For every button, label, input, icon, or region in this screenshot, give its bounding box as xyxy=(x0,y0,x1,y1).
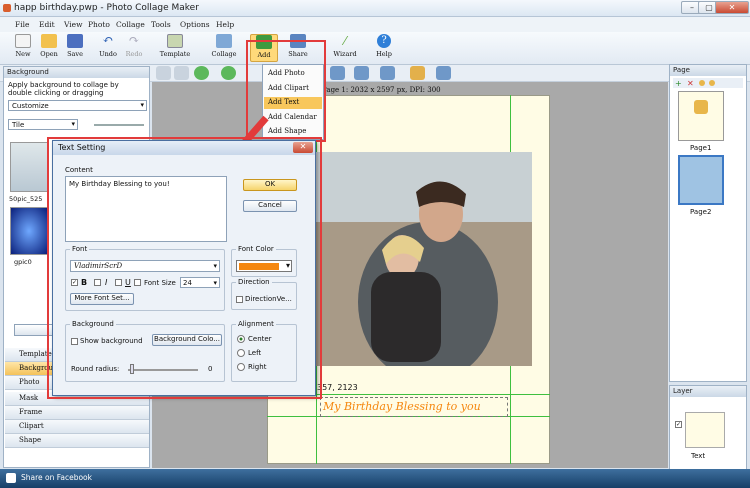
help-button[interactable]: ? Help xyxy=(372,34,396,58)
arrange-icon[interactable] xyxy=(380,66,395,80)
layer-label: Text xyxy=(691,452,706,460)
template-label: Template xyxy=(159,50,191,58)
window-title: happ birthday.pwp - Photo Collage Maker xyxy=(14,3,199,13)
save-icon xyxy=(67,34,83,48)
page2-thumbnail[interactable] xyxy=(678,155,724,205)
menu-edit[interactable]: Edit xyxy=(39,20,55,29)
background-type-value: Customize xyxy=(12,102,49,110)
tab-frame[interactable]: Frame xyxy=(5,406,149,420)
thumbnail-2-label: gpic0 xyxy=(14,258,32,266)
menu-file[interactable]: File xyxy=(15,20,29,29)
page-panel-toolbar: + ✕ xyxy=(673,78,743,88)
layer-visible-checkbox[interactable]: ✓ xyxy=(675,421,682,428)
undo-label: Undo xyxy=(99,50,117,58)
distribute-icon[interactable] xyxy=(354,66,369,80)
page2-label: Page2 xyxy=(690,208,712,216)
text-object-selection[interactable]: My Birthday Blessing to you xyxy=(320,397,508,417)
panel-hint: Apply background to collage by double cl… xyxy=(8,81,119,97)
menu-collage[interactable]: Collage xyxy=(116,20,145,29)
birthday-text: My Birthday Blessing to you xyxy=(323,400,481,413)
help-label: Help xyxy=(376,50,392,58)
collage-label: Collage xyxy=(211,50,237,58)
title-bar: happ birthday.pwp - Photo Collage Maker … xyxy=(0,0,750,17)
help-icon: ? xyxy=(377,34,391,48)
couple-photo-image xyxy=(316,152,532,366)
add-page-icon[interactable]: + xyxy=(675,79,682,88)
panel-header: Background xyxy=(4,67,149,78)
cake-icon xyxy=(694,100,708,114)
menu-photo[interactable]: Photo xyxy=(88,20,110,29)
tab-shape-label: Shape xyxy=(19,436,42,444)
move-up-icon[interactable] xyxy=(194,66,209,80)
couple-photo[interactable] xyxy=(316,152,532,366)
template-button[interactable]: Template xyxy=(155,34,195,58)
wizard-label: Wizard xyxy=(333,50,357,58)
wand-icon: ⁄ xyxy=(343,34,346,48)
person-icon[interactable] xyxy=(156,66,171,80)
layer-panel-header: Layer xyxy=(670,386,746,397)
align-icon[interactable] xyxy=(330,66,345,80)
close-button[interactable]: ✕ xyxy=(715,1,749,14)
canvas-info: Page 1: 2032 x 2597 px, DPI: 300 xyxy=(322,86,441,94)
status-bar: Share on Facebook xyxy=(0,469,750,488)
thumbnail-1-label: 50pic_525 xyxy=(9,195,43,203)
template-icon xyxy=(167,34,183,48)
properties-icon[interactable] xyxy=(436,66,451,80)
redo-label: Redo xyxy=(125,50,143,58)
menu-options[interactable]: Options xyxy=(180,20,210,29)
collage-icon xyxy=(216,34,232,48)
move-down-icon[interactable] xyxy=(221,66,236,80)
undo-button[interactable]: ↶ Undo xyxy=(96,33,120,59)
app-icon xyxy=(3,4,11,12)
tab-frame-label: Frame xyxy=(19,408,43,416)
tab-clipart-label: Clipart xyxy=(19,422,44,430)
collage-button[interactable]: Collage xyxy=(205,34,243,58)
menu-tools[interactable]: Tools xyxy=(151,20,171,29)
background-thumbnail-2[interactable] xyxy=(10,207,48,255)
tab-mask-label: Mask xyxy=(19,394,39,402)
highlight-dialog xyxy=(47,137,322,399)
open-button[interactable]: Open xyxy=(38,34,60,58)
folder-icon xyxy=(41,34,57,48)
menu-help[interactable]: Help xyxy=(216,20,234,29)
resize-icon[interactable] xyxy=(410,66,425,80)
background-type-select[interactable]: Customize ▾ xyxy=(8,100,147,111)
tab-clipart[interactable]: Clipart xyxy=(5,420,149,434)
share-facebook-link[interactable]: Share on Facebook xyxy=(21,473,92,482)
redo-button[interactable]: ↷ Redo xyxy=(122,33,146,59)
wizard-button[interactable]: ⁄ Wizard xyxy=(330,34,360,58)
menu-bar: File Edit View Photo Collage Tools Optio… xyxy=(0,17,750,32)
crop-icon[interactable] xyxy=(174,66,189,80)
tile-select[interactable]: Tile ▾ xyxy=(8,119,78,130)
page1-thumbnail[interactable] xyxy=(678,91,724,141)
page-down-icon[interactable] xyxy=(709,80,715,86)
tab-photo-label: Photo xyxy=(19,378,40,386)
opacity-slider[interactable] xyxy=(94,124,144,126)
chevron-down-icon: ▾ xyxy=(140,101,144,109)
main-toolbar: New Open Save ↶ Undo ↷ Redo Template Colla… xyxy=(0,32,750,65)
coords-readout: 357, 2123 xyxy=(317,383,358,392)
save-label: Save xyxy=(67,50,83,58)
new-button[interactable]: New xyxy=(12,34,34,58)
tab-shape[interactable]: Shape xyxy=(5,434,149,448)
delete-page-icon[interactable]: ✕ xyxy=(687,79,694,88)
facebook-icon xyxy=(6,473,16,483)
layer-panel: Layer ✓ Text xyxy=(669,385,747,470)
layer-thumbnail[interactable] xyxy=(685,412,725,448)
undo-icon: ↶ xyxy=(102,33,114,48)
page-panel-header: Page xyxy=(670,65,746,76)
new-icon xyxy=(15,34,31,48)
page1-label: Page1 xyxy=(690,144,712,152)
background-thumbnail-1[interactable] xyxy=(10,142,48,192)
new-label: New xyxy=(15,50,31,58)
page-up-icon[interactable] xyxy=(699,80,705,86)
menu-view[interactable]: View xyxy=(64,20,83,29)
save-button[interactable]: Save xyxy=(64,34,86,58)
chevron-down-icon: ▾ xyxy=(71,120,75,128)
redo-icon: ↷ xyxy=(128,33,140,48)
page-panel: Page + ✕ Page1 Page2 xyxy=(669,64,747,382)
tile-value: Tile xyxy=(12,121,25,129)
open-label: Open xyxy=(40,50,58,58)
